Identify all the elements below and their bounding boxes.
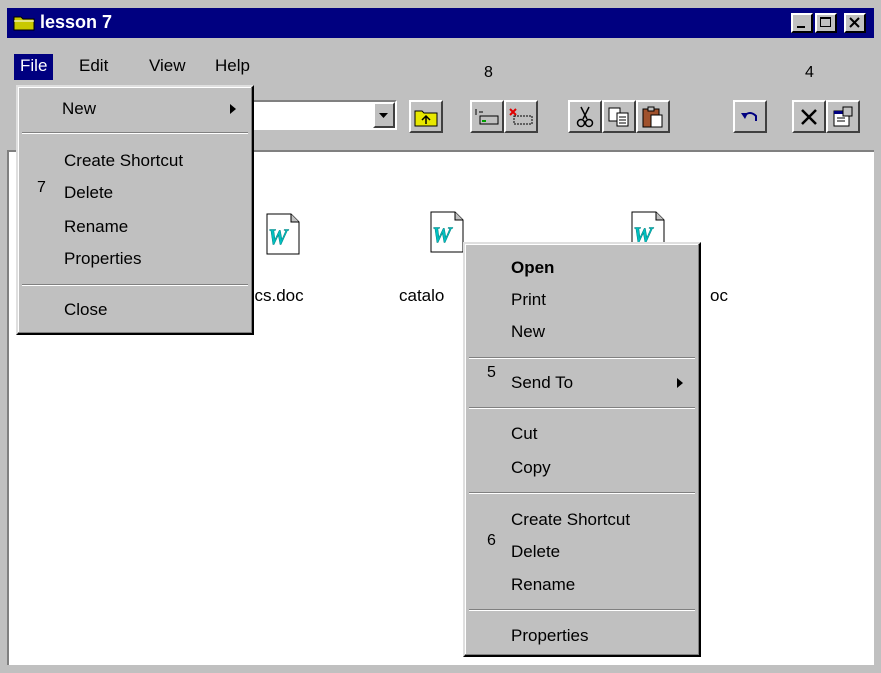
context-menu-new[interactable]: New [511,318,545,346]
paste-button[interactable] [636,100,670,133]
context-menu-rename[interactable]: Rename [511,571,575,599]
word-document-icon[interactable]: W [263,212,303,256]
explorer-window: lesson 7 File Edit View Help 8 4 W tics.… [0,0,881,673]
file-menu-properties[interactable]: Properties [64,245,141,273]
word-document-icon[interactable]: W [427,210,467,254]
svg-text:W: W [268,224,289,249]
file-menu-delete-label: Delete [64,183,114,202]
close-button[interactable] [844,13,866,33]
properties-button[interactable] [826,100,860,133]
context-menu-create-shortcut-label: Create Shortcut [511,510,631,529]
context-menu-cut[interactable]: Cut [511,420,537,448]
context-menu: Open Print New 5 Send To Cut Copy Create… [463,242,701,657]
context-menu-copy-label: Copy [511,458,551,477]
scissors-icon [576,106,594,127]
chevron-down-icon [379,113,388,118]
file-menu-rename-label: Rename [64,217,129,236]
delete-x-icon [801,108,817,125]
annotation-4: 4 [805,64,814,81]
menu-help[interactable]: Help [209,54,256,80]
menu-edit-label: Edit [79,56,109,75]
annotation-8: 8 [484,64,493,81]
menu-separator [469,492,695,494]
file-menu-create-shortcut-label: Create Shortcut [64,151,184,170]
file-menu-new-label: New [62,99,97,118]
menu-separator [469,407,695,409]
window-title: lesson 7 [40,12,113,32]
map-network-drive-icon [475,108,499,124]
file-menu-create-shortcut[interactable]: Create Shortcut [64,147,183,175]
annotation-6: 6 [487,532,496,549]
file-menu-delete[interactable]: Delete [64,179,113,207]
context-menu-delete-label: Delete [511,542,561,561]
maximize-button[interactable] [815,13,837,33]
file-label-3[interactable]: oc [710,286,728,306]
delete-button[interactable] [792,100,826,133]
menu-file-label: File [20,56,48,75]
menu-separator [22,284,248,286]
undo-icon [741,111,757,121]
address-dropdown-button[interactable] [373,102,395,128]
menu-separator [469,357,695,359]
file-label-2[interactable]: catalo [399,286,445,306]
annotation-5: 5 [487,364,496,381]
up-folder-icon [414,110,438,126]
undo-button[interactable] [733,100,767,133]
context-menu-properties-label: Properties [511,626,589,645]
file-menu-close[interactable]: Close [64,296,107,324]
menu-file[interactable]: File [14,54,54,80]
file-menu-new[interactable]: New [62,95,96,123]
disconnect-network-drive-button[interactable] [504,100,538,133]
file-menu-close-label: Close [64,300,108,319]
file-menu: New Create Shortcut 7 Delete Rename Prop… [16,85,254,335]
up-one-level-button[interactable] [409,100,443,133]
copy-icon [608,107,629,126]
folder-icon [13,16,35,31]
paste-icon [642,106,663,127]
annotation-7: 7 [37,179,46,196]
context-menu-properties[interactable]: Properties [511,622,588,650]
menu-view[interactable]: View [143,54,192,80]
context-menu-print[interactable]: Print [511,286,546,314]
title-bar[interactable]: lesson 7 [7,8,874,38]
context-menu-create-shortcut[interactable]: Create Shortcut [511,506,630,534]
submenu-arrow-icon [677,378,683,388]
properties-icon [833,106,853,126]
context-menu-send-to-label: Send To [511,373,574,392]
context-menu-new-label: New [511,322,546,341]
copy-button[interactable] [602,100,636,133]
close-icon [849,17,860,28]
context-menu-cut-label: Cut [511,424,538,443]
context-menu-open[interactable]: Open [511,254,554,282]
menu-bar: File Edit View Help 8 4 [7,50,874,82]
file-menu-rename[interactable]: Rename [64,213,128,241]
menu-separator [469,609,695,611]
menu-separator [22,132,248,134]
file-menu-properties-label: Properties [64,249,142,268]
context-menu-delete[interactable]: Delete [511,538,560,566]
menu-help-label: Help [215,56,250,75]
maximize-icon [820,17,831,27]
cut-button[interactable] [568,100,602,133]
context-menu-open-label: Open [511,258,555,277]
map-network-drive-button[interactable] [470,100,504,133]
minimize-icon [797,26,805,28]
menu-edit[interactable]: Edit [73,54,114,80]
menu-view-label: View [149,56,186,75]
context-menu-print-label: Print [511,290,546,309]
disconnect-drive-icon [509,107,533,124]
context-menu-copy[interactable]: Copy [511,454,551,482]
context-menu-rename-label: Rename [511,575,576,594]
context-menu-send-to[interactable]: Send To [511,369,573,397]
file-label-1[interactable]: tics.doc [246,286,304,306]
svg-text:W: W [432,222,453,247]
submenu-arrow-icon [230,104,236,114]
minimize-button[interactable] [791,13,813,33]
